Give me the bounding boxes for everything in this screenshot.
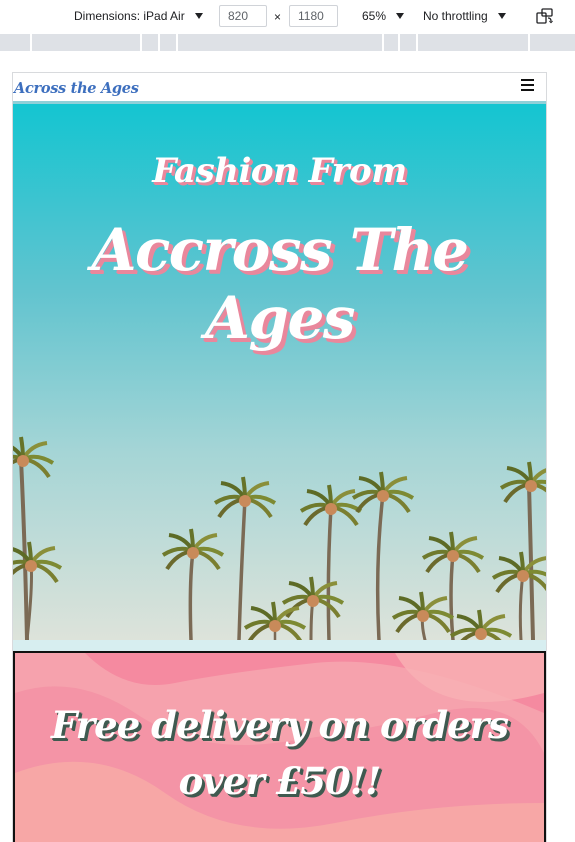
chevron-down-icon xyxy=(194,13,203,19)
emulated-viewport: Across the Ages Fashion From Accross The… xyxy=(12,72,547,842)
hero-title: Accross The Ages xyxy=(91,216,469,352)
dimension-separator: × xyxy=(274,10,282,24)
zoom-label: 65% xyxy=(362,9,387,23)
hero-subtitle: Fashion From xyxy=(152,151,407,191)
throttling-dropdown[interactable]: No throttling xyxy=(423,9,506,23)
hero-banner: Fashion From Accross The Ages xyxy=(13,104,546,640)
chevron-down-icon xyxy=(497,13,506,19)
viewport-height-input[interactable]: 1180 xyxy=(289,5,338,27)
site-navbar: Across the Ages xyxy=(13,73,546,104)
chevron-down-icon xyxy=(396,13,405,19)
throttling-label: No throttling xyxy=(423,9,488,23)
viewport-width-input[interactable]: 820 xyxy=(219,5,267,27)
device-dimensions-dropdown[interactable]: Dimensions: iPad Air xyxy=(74,9,203,23)
rotate-device-icon[interactable] xyxy=(536,8,554,24)
hamburger-menu-icon[interactable] xyxy=(521,79,534,91)
free-delivery-text: Free delivery on orders over £50!! xyxy=(51,703,509,803)
device-dimensions-label: Dimensions: iPad Air xyxy=(74,9,185,23)
devtools-device-toolbar: Dimensions: iPad Air 820 × 1180 65% No t… xyxy=(0,0,575,34)
site-brand-link[interactable]: Across the Ages xyxy=(14,80,139,97)
hero-bottom-strip xyxy=(13,640,546,651)
zoom-dropdown[interactable]: 65% xyxy=(362,9,405,23)
free-delivery-banner: Free delivery on orders over £50!! xyxy=(13,651,546,842)
media-query-ruler[interactable] xyxy=(0,34,575,51)
